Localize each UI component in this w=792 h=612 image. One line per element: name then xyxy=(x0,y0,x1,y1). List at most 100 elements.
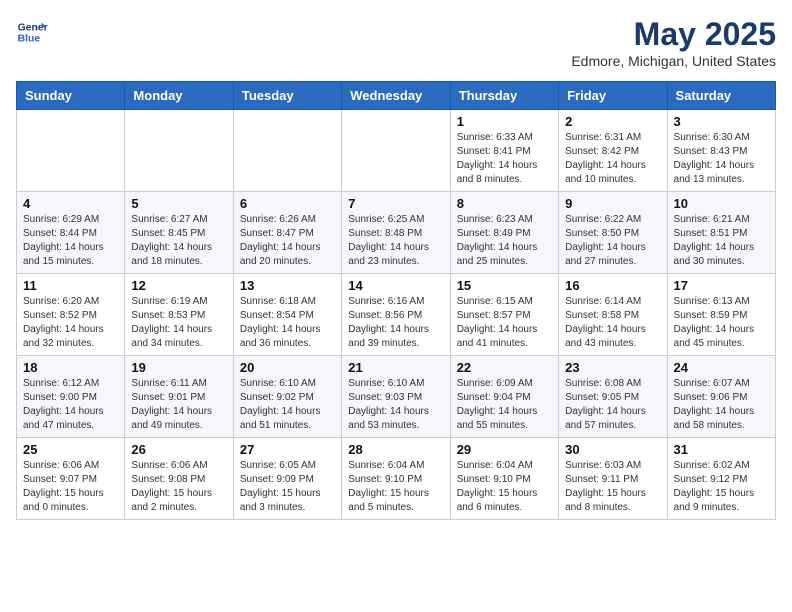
day-number: 11 xyxy=(23,278,118,293)
day-info: Sunrise: 6:10 AMSunset: 9:02 PMDaylight:… xyxy=(240,377,335,433)
day-number: 9 xyxy=(565,196,660,211)
day-info: Sunrise: 6:33 AMSunset: 8:41 PMDaylight:… xyxy=(457,131,552,187)
calendar-cell: 26Sunrise: 6:06 AMSunset: 9:08 PMDayligh… xyxy=(125,438,233,520)
logo-icon: General Blue xyxy=(16,16,48,48)
day-info: Sunrise: 6:12 AMSunset: 9:00 PMDaylight:… xyxy=(23,377,118,433)
day-number: 26 xyxy=(131,442,226,457)
day-info: Sunrise: 6:03 AMSunset: 9:11 PMDaylight:… xyxy=(565,459,660,515)
calendar-cell: 15 Sunrise: 6:15 AMSunset: 8:57 PMDayligh… xyxy=(450,274,558,356)
day-info: Sunrise: 6:04 AMSunset: 9:10 PMDaylight:… xyxy=(457,459,552,515)
calendar-cell: 21 Sunrise: 6:10 AMSunset: 9:03 PMDayligh… xyxy=(342,356,450,438)
logo: General Blue xyxy=(16,16,48,48)
day-number: 31 xyxy=(674,442,769,457)
day-info: Sunrise: 6:30 AMSunset: 8:43 PMDaylight:… xyxy=(674,131,769,187)
day-info: Sunrise: 6:22 AMSunset: 8:50 PMDaylight:… xyxy=(565,213,660,269)
page-header: General Blue May 2025 Edmore, Michigan, … xyxy=(16,16,776,69)
calendar-cell: 20 Sunrise: 6:10 AMSunset: 9:02 PMDayligh… xyxy=(233,356,341,438)
calendar-week-3: 11 Sunrise: 6:20 AMSunset: 8:52 PMDayligh… xyxy=(17,274,776,356)
location: Edmore, Michigan, United States xyxy=(571,53,776,69)
calendar-cell: 16Sunrise: 6:14 AMSunset: 8:58 PMDayligh… xyxy=(559,274,667,356)
day-info: Sunrise: 6:08 AMSunset: 9:05 PMDaylight:… xyxy=(565,377,660,433)
calendar-cell: 5 Sunrise: 6:27 AMSunset: 8:45 PMDaylight… xyxy=(125,192,233,274)
day-number: 21 xyxy=(348,360,443,375)
calendar-cell: 23Sunrise: 6:08 AMSunset: 9:05 PMDayligh… xyxy=(559,356,667,438)
svg-text:General: General xyxy=(18,22,48,33)
calendar-week-2: 4 Sunrise: 6:29 AMSunset: 8:44 PMDaylight… xyxy=(17,192,776,274)
calendar-table: SundayMondayTuesdayWednesdayThursdayFrid… xyxy=(16,81,776,520)
day-info: Sunrise: 6:27 AMSunset: 8:45 PMDaylight:… xyxy=(131,213,226,269)
svg-text:Blue: Blue xyxy=(18,34,41,45)
day-info: Sunrise: 6:16 AMSunset: 8:56 PMDaylight:… xyxy=(348,295,443,351)
day-info: Sunrise: 6:29 AMSunset: 8:44 PMDaylight:… xyxy=(23,213,118,269)
day-info: Sunrise: 6:05 AMSunset: 9:09 PMDaylight:… xyxy=(240,459,335,515)
day-number: 2 xyxy=(565,114,660,129)
day-info: Sunrise: 6:23 AMSunset: 8:49 PMDaylight:… xyxy=(457,213,552,269)
day-number: 15 xyxy=(457,278,552,293)
day-number: 13 xyxy=(240,278,335,293)
day-info: Sunrise: 6:26 AMSunset: 8:47 PMDaylight:… xyxy=(240,213,335,269)
day-header-monday: Monday xyxy=(125,82,233,110)
calendar-cell: 4 Sunrise: 6:29 AMSunset: 8:44 PMDaylight… xyxy=(17,192,125,274)
day-number: 8 xyxy=(457,196,552,211)
day-info: Sunrise: 6:15 AMSunset: 8:57 PMDaylight:… xyxy=(457,295,552,351)
calendar-cell: 29 Sunrise: 6:04 AMSunset: 9:10 PMDayligh… xyxy=(450,438,558,520)
calendar-cell: 3 Sunrise: 6:30 AMSunset: 8:43 PMDaylight… xyxy=(667,110,775,192)
day-number: 4 xyxy=(23,196,118,211)
day-number: 6 xyxy=(240,196,335,211)
day-info: Sunrise: 6:31 AMSunset: 8:42 PMDaylight:… xyxy=(565,131,660,187)
calendar-header-row: SundayMondayTuesdayWednesdayThursdayFrid… xyxy=(17,82,776,110)
day-header-sunday: Sunday xyxy=(17,82,125,110)
day-number: 19 xyxy=(131,360,226,375)
day-number: 12 xyxy=(131,278,226,293)
day-info: Sunrise: 6:04 AMSunset: 9:10 PMDaylight:… xyxy=(348,459,443,515)
day-info: Sunrise: 6:19 AMSunset: 8:53 PMDaylight:… xyxy=(131,295,226,351)
day-number: 22 xyxy=(457,360,552,375)
calendar-cell xyxy=(125,110,233,192)
day-info: Sunrise: 6:10 AMSunset: 9:03 PMDaylight:… xyxy=(348,377,443,433)
day-number: 16 xyxy=(565,278,660,293)
day-info: Sunrise: 6:11 AMSunset: 9:01 PMDaylight:… xyxy=(131,377,226,433)
calendar-cell: 1 Sunrise: 6:33 AMSunset: 8:41 PMDaylight… xyxy=(450,110,558,192)
calendar-cell xyxy=(342,110,450,192)
calendar-cell: 30 Sunrise: 6:03 AMSunset: 9:11 PMDayligh… xyxy=(559,438,667,520)
month-title: May 2025 xyxy=(571,16,776,53)
calendar-cell: 9 Sunrise: 6:22 AMSunset: 8:50 PMDaylight… xyxy=(559,192,667,274)
day-info: Sunrise: 6:20 AMSunset: 8:52 PMDaylight:… xyxy=(23,295,118,351)
calendar-cell: 2 Sunrise: 6:31 AMSunset: 8:42 PMDaylight… xyxy=(559,110,667,192)
day-number: 30 xyxy=(565,442,660,457)
day-number: 29 xyxy=(457,442,552,457)
calendar-cell: 25 Sunrise: 6:06 AMSunset: 9:07 PMDayligh… xyxy=(17,438,125,520)
day-number: 3 xyxy=(674,114,769,129)
day-number: 25 xyxy=(23,442,118,457)
calendar-cell: 13 Sunrise: 6:18 AMSunset: 8:54 PMDayligh… xyxy=(233,274,341,356)
calendar-cell: 24 Sunrise: 6:07 AMSunset: 9:06 PMDayligh… xyxy=(667,356,775,438)
day-number: 18 xyxy=(23,360,118,375)
day-number: 17 xyxy=(674,278,769,293)
calendar-cell: 8 Sunrise: 6:23 AMSunset: 8:49 PMDaylight… xyxy=(450,192,558,274)
day-number: 28 xyxy=(348,442,443,457)
calendar-cell xyxy=(17,110,125,192)
day-number: 1 xyxy=(457,114,552,129)
calendar-week-5: 25 Sunrise: 6:06 AMSunset: 9:07 PMDayligh… xyxy=(17,438,776,520)
day-info: Sunrise: 6:06 AMSunset: 9:07 PMDaylight:… xyxy=(23,459,118,515)
day-info: Sunrise: 6:07 AMSunset: 9:06 PMDaylight:… xyxy=(674,377,769,433)
day-header-thursday: Thursday xyxy=(450,82,558,110)
day-number: 14 xyxy=(348,278,443,293)
day-number: 10 xyxy=(674,196,769,211)
day-info: Sunrise: 6:13 AMSunset: 8:59 PMDaylight:… xyxy=(674,295,769,351)
calendar-cell: 14 Sunrise: 6:16 AMSunset: 8:56 PMDayligh… xyxy=(342,274,450,356)
day-number: 24 xyxy=(674,360,769,375)
calendar-week-4: 18 Sunrise: 6:12 AMSunset: 9:00 PMDayligh… xyxy=(17,356,776,438)
day-info: Sunrise: 6:25 AMSunset: 8:48 PMDaylight:… xyxy=(348,213,443,269)
calendar-cell: 7Sunrise: 6:25 AMSunset: 8:48 PMDaylight… xyxy=(342,192,450,274)
day-info: Sunrise: 6:09 AMSunset: 9:04 PMDaylight:… xyxy=(457,377,552,433)
calendar-cell xyxy=(233,110,341,192)
day-number: 5 xyxy=(131,196,226,211)
calendar-cell: 12 Sunrise: 6:19 AMSunset: 8:53 PMDayligh… xyxy=(125,274,233,356)
calendar-cell: 6 Sunrise: 6:26 AMSunset: 8:47 PMDaylight… xyxy=(233,192,341,274)
calendar-cell: 19 Sunrise: 6:11 AMSunset: 9:01 PMDayligh… xyxy=(125,356,233,438)
day-header-wednesday: Wednesday xyxy=(342,82,450,110)
day-number: 20 xyxy=(240,360,335,375)
day-info: Sunrise: 6:18 AMSunset: 8:54 PMDaylight:… xyxy=(240,295,335,351)
title-block: May 2025 Edmore, Michigan, United States xyxy=(571,16,776,69)
